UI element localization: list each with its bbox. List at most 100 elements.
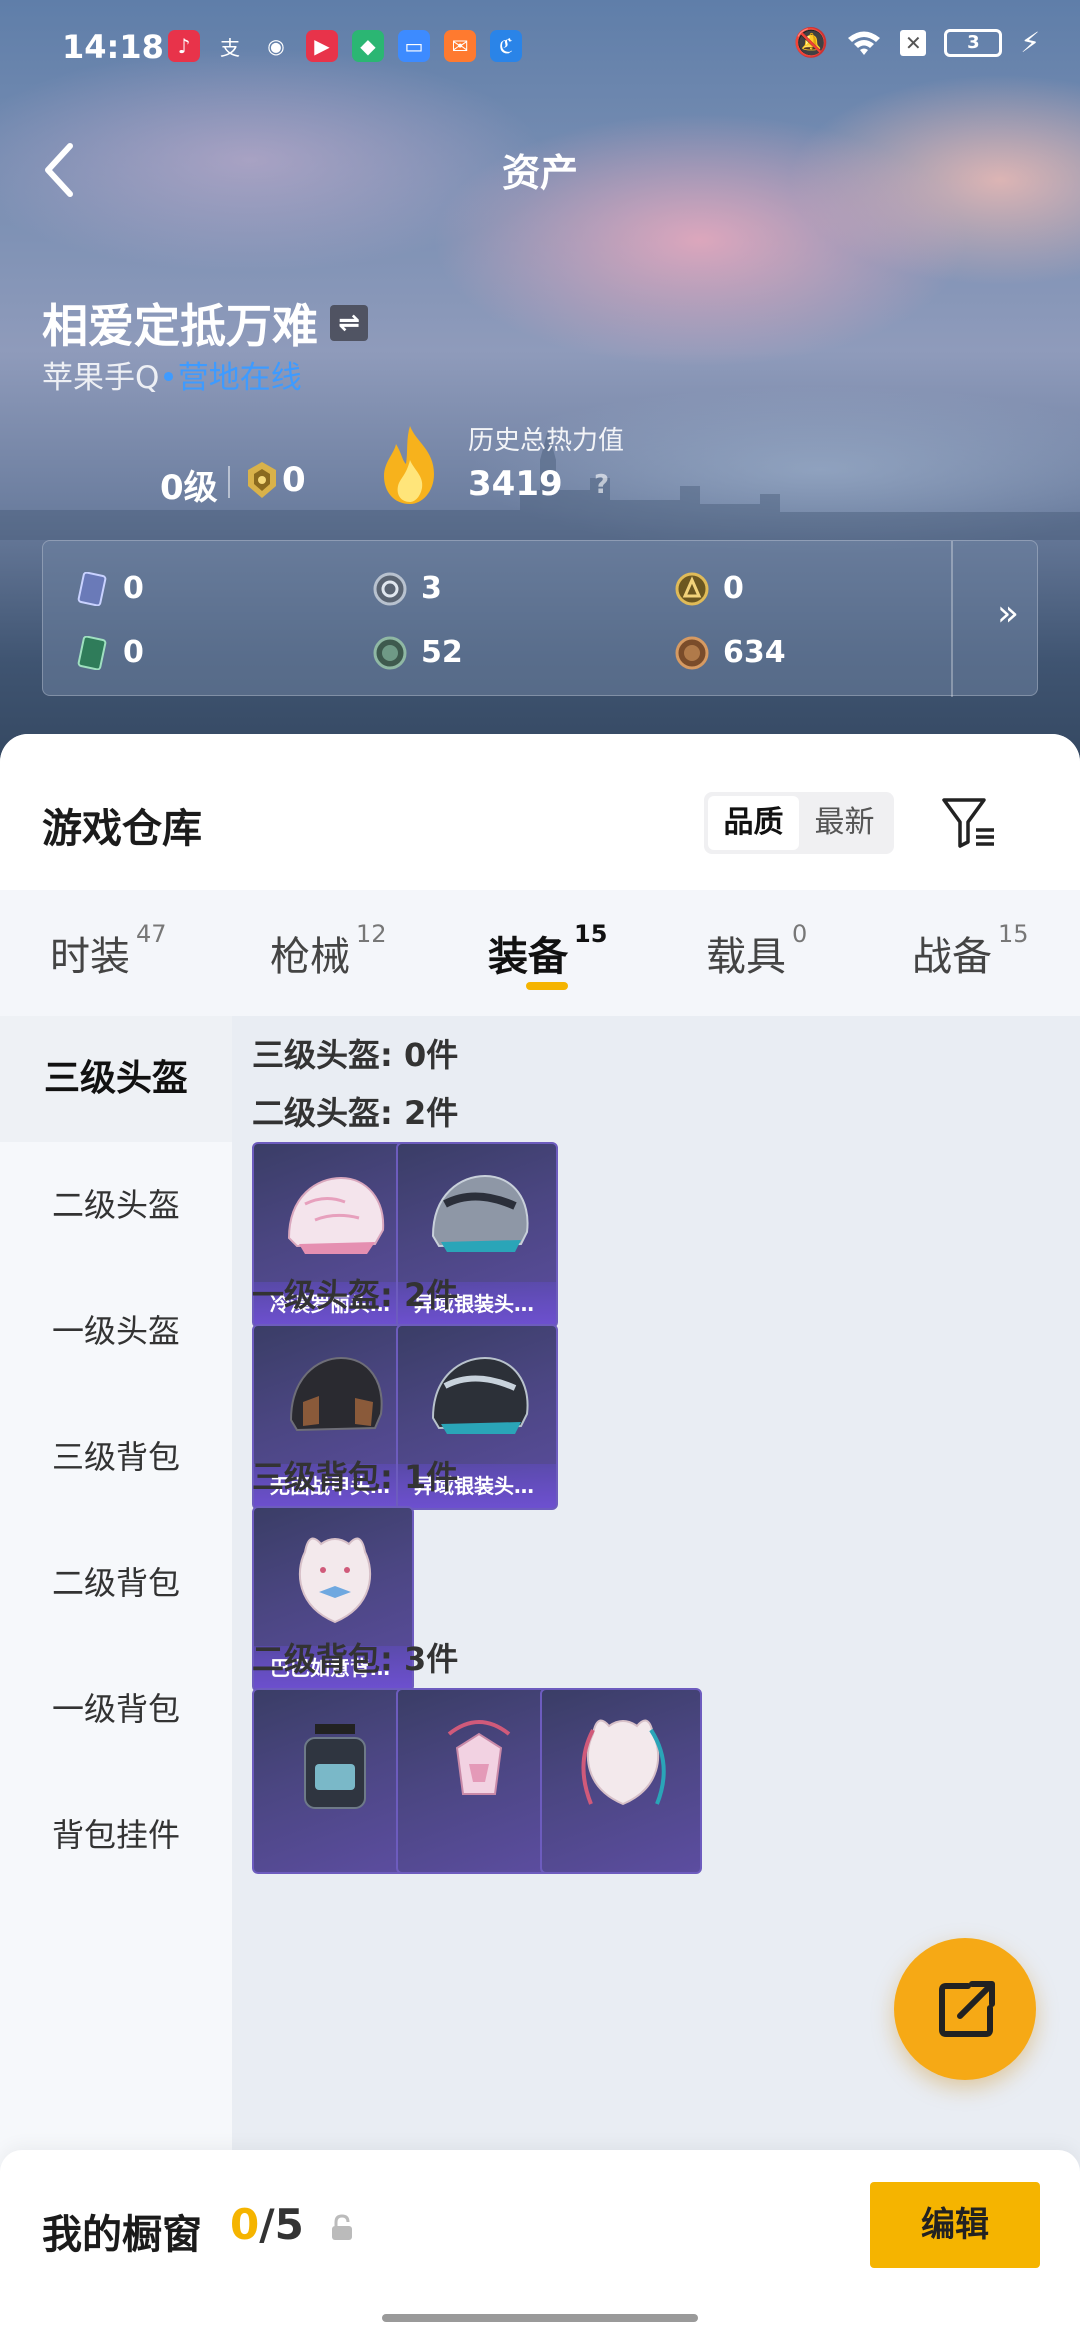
heat-value: 3419 [468, 464, 563, 504]
tab-equipment[interactable]: 装备 15 [488, 920, 607, 982]
level-divider [228, 466, 230, 498]
backpack-icon [447, 1720, 511, 1795]
backpack-icon [298, 1537, 372, 1624]
helmet-icon [431, 1356, 529, 1434]
nav-helmet-lv2[interactable]: 二级头盔 [0, 1142, 232, 1268]
tab-count: 12 [356, 920, 387, 948]
video-icon: ▶ [306, 30, 338, 62]
telecom-icon: ℭ [490, 30, 522, 62]
item-list: 三级头盔: 0件 二级头盔: 2件 冷漠罗丽头… 异域银装头… 一级头盔: 2件 [232, 1016, 1080, 2340]
online-dot-icon: • [159, 360, 178, 396]
profile-hero: 14:18 ♪ 支 ◉ ▶ ◆ ▭ ✉ ℭ 🔕 ✕ 3 ⚡ 资产 相爱定抵万难 … [0, 0, 1080, 780]
fire-icon [384, 426, 434, 504]
username-row: 相爱定抵万难 ⇌ [42, 290, 368, 356]
warehouse-header: 游戏仓库 品质 最新 [0, 734, 1080, 890]
heat-label: 历史总热力值 [468, 426, 625, 456]
tab-label: 载具 [706, 934, 786, 980]
tab-count: 15 [574, 920, 608, 948]
category-tabs: 时装 47 枪械 12 装备 15 载具 0 战备 15 [0, 890, 1080, 1016]
tab-guns[interactable]: 枪械 12 [270, 920, 387, 982]
battery-icon: 3 [944, 28, 1003, 57]
green-coin-icon [373, 636, 407, 669]
item-card[interactable] [396, 1688, 558, 1874]
section-title: 一级头盔: 2件 [252, 1276, 459, 1314]
security-icon: ◆ [352, 30, 384, 62]
page-title: 资产 [501, 151, 578, 195]
player-level: 0级 [160, 468, 218, 508]
currency-panel[interactable]: 0 3 0 0 52 634 » [42, 540, 1038, 697]
nav-backpack-lv1[interactable]: 一级背包 [0, 1646, 232, 1772]
tab-count: 15 [998, 920, 1029, 948]
status-right: 🔕 ✕ 3 ⚡ [793, 26, 1040, 59]
expand-currency-icon[interactable]: » [983, 593, 1033, 634]
status-time: 14:18 [62, 28, 164, 66]
showcase-label: 我的橱窗 [42, 2212, 202, 2258]
username: 相爱定抵万难 [42, 299, 318, 353]
tab-count: 47 [136, 920, 167, 948]
subcategory-nav: 三级头盔 二级头盔 一级头盔 三级背包 二级背包 一级背包 背包挂件 [0, 1016, 232, 2340]
warehouse-sheet: 游戏仓库 品质 最新 时装 47 枪械 12 装备 15 载具 0 战备 15 三级头盔 … [0, 734, 1080, 2340]
section-title: 三级背包: 1件 [252, 1458, 459, 1496]
section-title: 二级头盔: 2件 [252, 1094, 459, 1132]
account-subline: 苹果手Q•营地在线 [42, 352, 302, 397]
wechat-icon: ◉ [267, 34, 285, 58]
platform: 苹果手Q [42, 360, 160, 396]
rank-value: 0 [282, 460, 306, 500]
currency-item: 0 [75, 635, 144, 670]
currency-item: 0 [75, 571, 144, 606]
currency-item: 0 [675, 571, 744, 606]
files-icon: ▭ [398, 30, 430, 62]
mute-icon: 🔕 [793, 26, 829, 59]
helmet-icon [431, 1174, 529, 1252]
bronze-coin-icon [675, 636, 709, 669]
nav-backpack-lv2[interactable]: 二级背包 [0, 1520, 232, 1646]
share-icon [939, 1981, 995, 2037]
status-bar: 14:18 ♪ 支 ◉ ▶ ◆ ▭ ✉ ℭ 🔕 ✕ 3 ⚡ [0, 0, 1080, 96]
showcase-current: 0 [230, 2200, 260, 2249]
currency-value: 0 [723, 571, 744, 606]
tab-label: 战备 [912, 934, 992, 980]
switch-account-icon[interactable]: ⇌ [330, 305, 368, 341]
currency-divider [951, 541, 953, 697]
home-indicator[interactable] [382, 2314, 698, 2322]
currency-item: 52 [373, 635, 463, 670]
showcase-bar: 我的橱窗 0/5 编辑 [0, 2150, 1080, 2340]
gold-coin-icon [675, 572, 709, 605]
currency-item: 634 [675, 635, 786, 670]
edit-button[interactable]: 编辑 [870, 2182, 1040, 2268]
currency-value: 0 [123, 571, 144, 606]
helmet-icon [289, 1356, 383, 1432]
rank-badge-icon [248, 462, 276, 498]
active-tab-indicator [526, 982, 568, 990]
helmet-icon [287, 1176, 385, 1254]
sort-newest-button[interactable]: 最新 [799, 796, 890, 850]
backpack-icon [581, 1719, 666, 1806]
help-icon[interactable]: ? [594, 470, 609, 500]
nav-backpack-charm[interactable]: 背包挂件 [0, 1772, 232, 1898]
share-fab[interactable] [894, 1938, 1036, 2080]
filter-icon[interactable] [938, 792, 1000, 854]
sort-quality-button[interactable]: 品质 [708, 796, 799, 850]
green-card-icon [77, 635, 107, 670]
tab-supplies[interactable]: 战备 15 [912, 920, 1029, 982]
online-status: 营地在线 [177, 360, 302, 396]
mail-icon: ✉ [444, 30, 476, 62]
nav-helmet-lv3[interactable]: 三级头盔 [0, 1016, 232, 1142]
currency-value: 634 [723, 635, 786, 670]
item-card[interactable] [252, 1688, 414, 1874]
nav-helmet-lv1[interactable]: 一级头盔 [0, 1268, 232, 1394]
nav-backpack-lv3[interactable]: 三级背包 [0, 1394, 232, 1520]
currency-value: 0 [123, 635, 144, 670]
section-title: 三级头盔: 0件 [252, 1036, 459, 1074]
warehouse-title: 游戏仓库 [42, 806, 202, 852]
tab-label: 时装 [50, 934, 130, 980]
tab-label: 枪械 [270, 934, 350, 980]
wifi-icon [848, 31, 881, 55]
tab-vehicles[interactable]: 载具 0 [706, 920, 807, 982]
tab-fashion[interactable]: 时装 47 [50, 920, 167, 982]
alipay-icon: 支 [220, 35, 240, 60]
currency-value: 3 [421, 571, 442, 606]
backpack-icon [304, 1724, 366, 1809]
card-currency-icon [77, 571, 107, 606]
item-card[interactable] [540, 1688, 702, 1874]
